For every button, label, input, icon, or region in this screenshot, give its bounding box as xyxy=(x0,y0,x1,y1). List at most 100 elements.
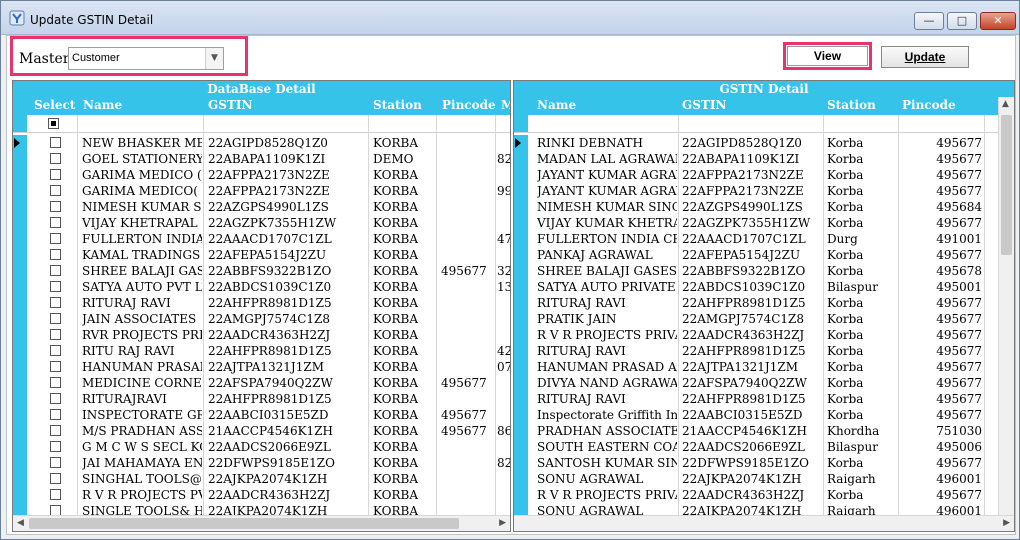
row-selector[interactable] xyxy=(13,183,27,199)
row-checkbox[interactable] xyxy=(50,313,61,324)
col-header-pincode[interactable]: Pincode xyxy=(902,98,956,112)
row-selector[interactable] xyxy=(514,503,528,515)
col-header-station[interactable]: Station xyxy=(373,98,422,112)
row-selector[interactable] xyxy=(514,151,528,167)
table-row[interactable]: JAI MAHAMAYA ENT 22DFWPS9185E1ZO KORBA 82 xyxy=(13,455,510,471)
table-row[interactable]: FULLERTON INDIA CRI 22AAACD1707C1ZL Durg 49… xyxy=(514,231,998,247)
row-checkbox[interactable] xyxy=(50,281,61,292)
row-selector[interactable] xyxy=(13,359,27,375)
row-checkbox[interactable] xyxy=(50,169,61,180)
table-row[interactable]: RITURAJRAVI 22AHFPR8981D1Z5 KORBA xyxy=(13,391,510,407)
row-selector[interactable] xyxy=(514,487,528,503)
row-checkbox[interactable] xyxy=(50,185,61,196)
row-selector[interactable] xyxy=(514,311,528,327)
scroll-thumb[interactable] xyxy=(1001,115,1012,255)
horizontal-scrollbar[interactable]: ◀ ▶ xyxy=(13,515,510,531)
row-selector[interactable] xyxy=(13,343,27,359)
row-checkbox[interactable] xyxy=(50,201,61,212)
row-selector[interactable] xyxy=(514,199,528,215)
scroll-right-icon[interactable]: ▶ xyxy=(499,518,506,528)
row-selector[interactable] xyxy=(514,247,528,263)
scroll-right-icon[interactable]: ▶ xyxy=(1003,518,1010,528)
table-row[interactable]: SATYA AUTO PRIVATE I 22ABDCS1039C1Z0 Bilas… xyxy=(514,279,998,295)
row-selector[interactable] xyxy=(514,407,528,423)
row-selector[interactable] xyxy=(514,375,528,391)
table-row[interactable]: R V R PROJECTS PVT 22AADCR4363H2ZJ KORBA xyxy=(13,487,510,503)
row-checkbox[interactable] xyxy=(50,345,61,356)
row-selector[interactable] xyxy=(13,311,27,327)
row-checkbox[interactable] xyxy=(50,329,61,340)
table-row[interactable]: GARIMA MEDICO ( I 22AFPPA2173N2ZE KORBA xyxy=(13,167,510,183)
row-selector[interactable] xyxy=(13,279,27,295)
col-header-m[interactable]: M xyxy=(501,98,510,112)
row-checkbox[interactable] xyxy=(50,393,61,404)
table-row[interactable]: SHREE BALAJI GASI 22ABBFS9322B1ZO KORBA 495… xyxy=(13,263,510,279)
table-row[interactable]: VIJAY KUMAR KHETRA 22AGZPK7355H1ZW Korba 49… xyxy=(514,215,998,231)
row-selector[interactable] xyxy=(514,231,528,247)
row-checkbox[interactable] xyxy=(50,297,61,308)
row-selector[interactable] xyxy=(13,471,27,487)
table-row[interactable]: JAIN ASSOCIATES 22AMGPJ7574C1Z8 KORBA xyxy=(13,311,510,327)
table-row[interactable]: NIMESH KUMAR SIN 22AZGPS4990L1ZS KORBA xyxy=(13,199,510,215)
vertical-scrollbar[interactable]: ▲ xyxy=(998,97,1014,515)
table-row[interactable]: PRATIK JAIN 22AMGPJ7574C1Z8 Korba 495677 xyxy=(514,311,998,327)
table-row[interactable]: NEW BHASKER MEI 22AGIPD8528Q1Z0 KORBA xyxy=(13,135,510,151)
row-checkbox[interactable] xyxy=(50,473,61,484)
row-selector[interactable] xyxy=(514,455,528,471)
row-selector[interactable] xyxy=(13,327,27,343)
table-row[interactable]: GARIMA MEDICO( K 22AFPPA2173N2ZE KORBA 99 xyxy=(13,183,510,199)
table-row[interactable]: RINKI DEBNATH 22AGIPD8528Q1Z0 Korba 495677 xyxy=(514,135,998,151)
row-checkbox[interactable] xyxy=(50,441,61,452)
row-selector[interactable] xyxy=(13,151,27,167)
table-row[interactable]: RITURAJ RAVI 22AHFPR8981D1Z5 Korba 495677 xyxy=(514,391,998,407)
row-checkbox[interactable] xyxy=(50,233,61,244)
row-selector[interactable] xyxy=(514,343,528,359)
table-row[interactable]: GOEL STATIONERY I 22ABAPA1109K1ZI DEMO 82 xyxy=(13,151,510,167)
scroll-thumb[interactable] xyxy=(29,518,459,529)
row-checkbox[interactable] xyxy=(50,457,61,468)
select-all-checkbox[interactable] xyxy=(48,118,59,129)
row-selector[interactable] xyxy=(514,391,528,407)
table-row[interactable]: MADAN LAL AGRAWAL 22ABAPA1109K1ZI Korba 495… xyxy=(514,151,998,167)
row-selector[interactable] xyxy=(514,135,528,151)
table-row[interactable]: PRADHAN ASSOCIATES 21AACCP4546K1ZH Khordha… xyxy=(514,423,998,439)
table-row[interactable]: FULLERTON INDIA 22AAACD1707C1ZL KORBA 47 xyxy=(13,231,510,247)
table-row[interactable]: HANUMAN PRASAD 22AJTPA1321J1ZM KORBA 07 xyxy=(13,359,510,375)
row-selector[interactable] xyxy=(13,199,27,215)
table-row[interactable]: R V R PROJECTS PRIVAT 22AADCR4363H2ZJ Korb… xyxy=(514,327,998,343)
col-header-name[interactable]: Name xyxy=(537,98,576,112)
update-button[interactable]: Update xyxy=(881,46,969,68)
row-selector[interactable] xyxy=(514,471,528,487)
row-selector[interactable] xyxy=(13,503,27,515)
row-selector[interactable] xyxy=(13,439,27,455)
row-checkbox[interactable] xyxy=(50,489,61,500)
row-selector[interactable] xyxy=(13,167,27,183)
close-button[interactable]: ✕ xyxy=(980,12,1016,30)
row-selector[interactable] xyxy=(13,247,27,263)
row-checkbox[interactable] xyxy=(50,361,61,372)
row-selector[interactable] xyxy=(514,183,528,199)
table-row[interactable]: KAMAL TRADINGS 22AFEPA5154J2ZU KORBA xyxy=(13,247,510,263)
table-row[interactable]: HANUMAN PRASAD AG 22AJTPA1321J1ZM Korba 495… xyxy=(514,359,998,375)
table-row[interactable]: JAYANT KUMAR AGRAW 22AFPPA2173N2ZE Korba 49… xyxy=(514,183,998,199)
row-checkbox[interactable] xyxy=(50,409,61,420)
master-select[interactable]: Customer ▼ xyxy=(68,47,224,70)
row-selector[interactable] xyxy=(13,407,27,423)
minimize-button[interactable]: — xyxy=(914,12,944,30)
row-selector[interactable] xyxy=(13,391,27,407)
row-selector[interactable] xyxy=(514,279,528,295)
row-selector[interactable] xyxy=(514,327,528,343)
table-row[interactable]: Inspectorate Griffith In 22AABCI0315E5ZD K… xyxy=(514,407,998,423)
col-header-gstin[interactable]: GSTIN xyxy=(682,98,726,112)
row-selector[interactable] xyxy=(13,375,27,391)
table-row[interactable]: RITURAJ RAVI 22AHFPR8981D1Z5 Korba 495677 xyxy=(514,343,998,359)
row-checkbox[interactable] xyxy=(50,377,61,388)
row-checkbox[interactable] xyxy=(50,425,61,436)
row-selector[interactable] xyxy=(13,231,27,247)
row-checkbox[interactable] xyxy=(50,505,61,515)
table-row[interactable]: RITU RAJ RAVI 22AHFPR8981D1Z5 KORBA 42 xyxy=(13,343,510,359)
table-row[interactable]: SHREE BALAJI GASES 22ABBFS9322B1ZO Korba 49… xyxy=(514,263,998,279)
row-selector[interactable] xyxy=(514,215,528,231)
table-row[interactable]: MEDICINE CORNER 22AFSPA7940Q2ZW KORBA 49567… xyxy=(13,375,510,391)
row-checkbox[interactable] xyxy=(50,137,61,148)
